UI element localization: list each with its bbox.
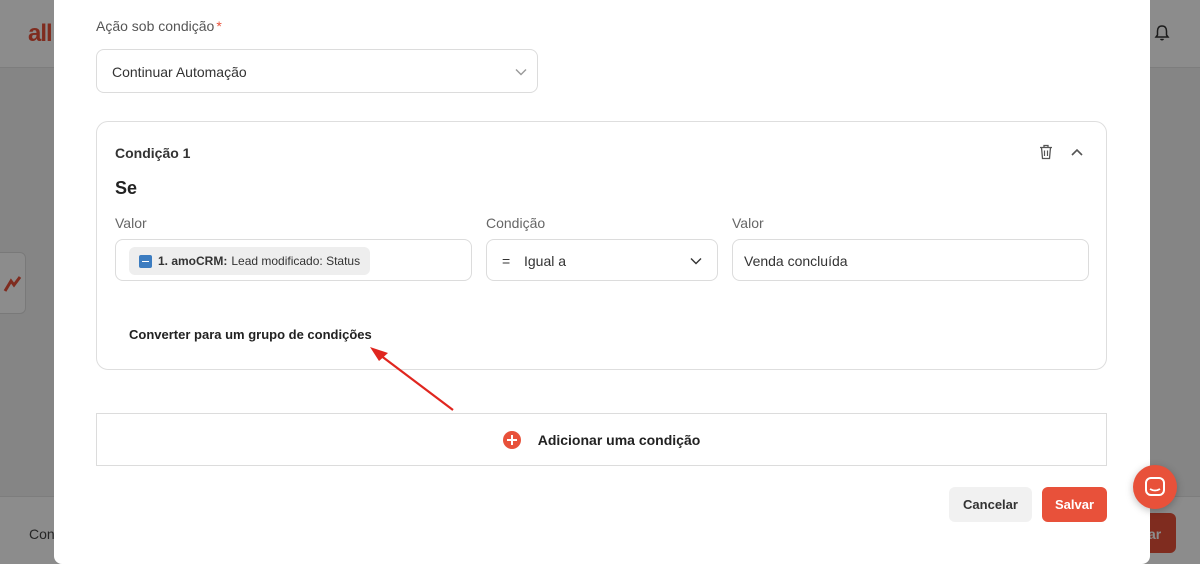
condition-title: Condição 1 [115,145,191,161]
chip-field: Lead modificado: Status [231,254,361,268]
compare-value-input[interactable]: Venda concluída [732,239,1089,281]
action-select-value: Continuar Automação [112,64,247,80]
add-condition-label: Adicionar uma condição [537,431,701,448]
save-button[interactable]: Salvar [1042,487,1107,522]
action-label-text: Ação sob condição [96,18,215,34]
convert-to-group-link[interactable]: Converter para um grupo de condições [129,327,372,342]
if-label: Se [115,178,138,198]
value-input[interactable]: 1. amoCRM: Lead modificado: Status [115,239,472,281]
chat-icon [1145,477,1165,496]
add-condition-button[interactable]: Adicionar uma condição [96,413,1107,466]
operator-symbol: = [502,253,511,269]
cancel-button[interactable]: Cancelar [949,487,1032,522]
chat-widget-button[interactable] [1133,465,1177,509]
condition-column-label: Condição [486,215,546,231]
value2-column-label: Valor [732,215,764,231]
amocrm-icon [139,254,152,268]
operator-label: Igual a [524,253,567,269]
compare-value-text: Venda concluída [744,253,848,269]
chevron-up-icon[interactable] [1070,147,1084,157]
chevron-down-icon [690,258,702,265]
required-mark: * [216,18,222,34]
value-column-label: Valor [115,215,147,231]
chevron-down-icon [515,69,527,76]
chip-source: 1. amoCRM: [158,254,228,268]
value-chip[interactable]: 1. amoCRM: Lead modificado: Status [129,247,371,275]
operator-select[interactable]: = Igual a [486,239,718,281]
trash-icon[interactable] [1039,144,1053,160]
plus-circle-icon [502,430,521,449]
condition-modal: Ação sob condição * Continuar Automação C… [54,0,1150,564]
action-field-label: Ação sob condição * [96,18,222,34]
action-select[interactable]: Continuar Automação [96,49,538,93]
condition-card: Condição 1 Se Valor Condição Valor 1. am… [96,121,1107,370]
